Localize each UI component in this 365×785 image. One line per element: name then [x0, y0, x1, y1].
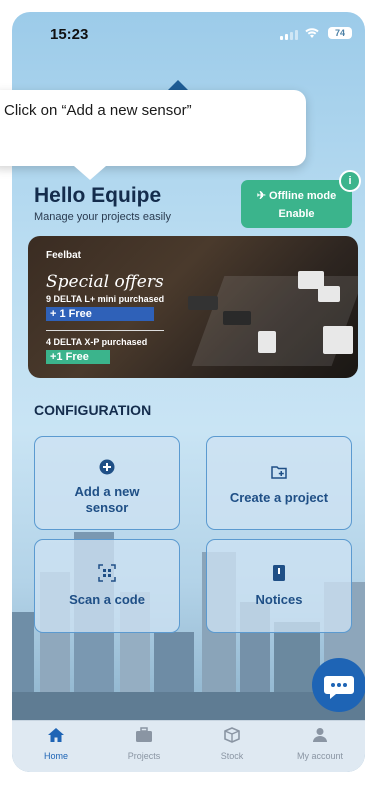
- tab-stock-label: Stock: [220, 751, 244, 761]
- tooltip-arrow: [74, 166, 106, 180]
- configuration-title: CONFIGURATION: [34, 402, 152, 418]
- folder-plus-icon: [271, 466, 287, 479]
- tab-home-label: Home: [43, 751, 68, 761]
- product-box: [318, 286, 340, 302]
- info-icon[interactable]: i: [339, 170, 361, 192]
- wifi-icon: [305, 28, 319, 38]
- offline-enable-label: Enable: [278, 208, 315, 220]
- tab-projects[interactable]: Projects: [104, 727, 184, 761]
- scan-code-card[interactable]: Scan a code: [34, 539, 180, 633]
- offer1-free: + 1 Free: [46, 307, 154, 321]
- banner-divider: [46, 330, 164, 331]
- tab-my-account-label: My account: [296, 751, 344, 761]
- battery-indicator: 74: [328, 27, 352, 39]
- onboarding-tooltip: Click on “Add a new sensor”: [0, 90, 306, 166]
- product-box: [188, 296, 218, 310]
- offers-banner[interactable]: Feelbat Special offers 9 DELTA L+ mini p…: [28, 236, 358, 378]
- briefcase-icon: [136, 727, 152, 742]
- plus-circle-icon: [99, 459, 115, 475]
- create-project-card[interactable]: Create a project: [206, 436, 352, 530]
- offer2-text: 4 DELTA X-P purchased: [46, 337, 148, 347]
- notices-label: Notices: [255, 592, 303, 607]
- tab-my-account[interactable]: My account: [280, 727, 360, 761]
- product-box: [258, 331, 276, 353]
- book-icon: [273, 565, 285, 581]
- status-bar: 15:23 74: [12, 12, 365, 56]
- status-time: 15:23: [50, 26, 89, 43]
- product-box: [223, 311, 251, 325]
- box-icon: [224, 727, 240, 743]
- offline-mode-button[interactable]: ✈ Offline mode Enable: [241, 180, 352, 228]
- home-icon: [48, 728, 64, 742]
- signal-icon: [280, 30, 298, 40]
- qr-scan-icon: [98, 564, 116, 582]
- offer1-text: 9 DELTA L+ mini purchased: [46, 294, 165, 304]
- product-box: [323, 326, 353, 354]
- chat-bubble-icon: [324, 676, 354, 699]
- notices-card[interactable]: Notices: [206, 539, 352, 633]
- offline-mode-label: Offline mode: [269, 190, 337, 202]
- bottom-tab-bar: Home Projects Stock My account: [12, 720, 365, 772]
- tooltip-text: Click on “Add a new sensor”: [4, 102, 192, 119]
- create-project-label: Create a project: [229, 490, 329, 505]
- greeting-subtitle: Manage your projects easily: [34, 211, 171, 223]
- user-icon: [313, 728, 327, 742]
- add-sensor-label: Add a new sensor: [74, 484, 140, 515]
- scan-code-label: Scan a code: [69, 592, 145, 607]
- tab-projects-label: Projects: [127, 751, 161, 761]
- greeting-title: Hello Equipe: [34, 184, 162, 207]
- add-sensor-card[interactable]: Add a new sensor: [34, 436, 180, 530]
- offer2-free: +1 Free: [46, 350, 110, 364]
- airplane-icon: ✈: [256, 190, 266, 202]
- tab-stock[interactable]: Stock: [192, 727, 272, 761]
- tab-home[interactable]: Home: [16, 727, 96, 761]
- banner-brand: Feelbat: [46, 250, 82, 261]
- banner-headline: Special offers: [46, 272, 164, 292]
- chat-button[interactable]: [312, 658, 365, 712]
